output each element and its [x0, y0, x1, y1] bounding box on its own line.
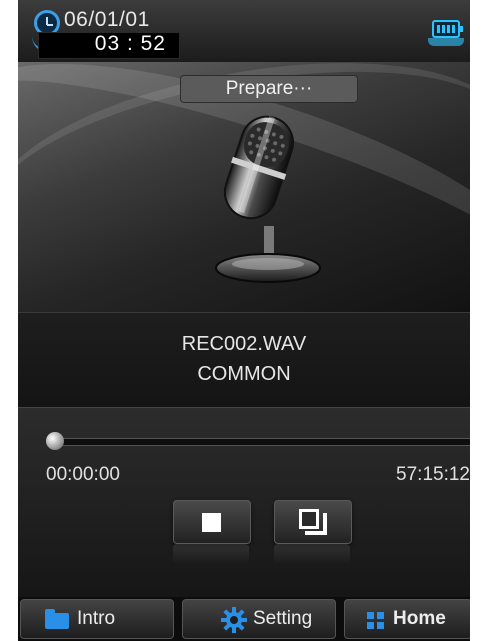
intro-label: Intro	[77, 608, 116, 629]
setting-button[interactable]: Setting	[182, 599, 336, 639]
bottom-nav: Intro Setting Home	[18, 597, 470, 641]
file-info: REC002.WAV COMMON	[18, 312, 470, 408]
elapsed-time: 00:00:00	[46, 464, 120, 485]
date-display: 06/01/01	[64, 8, 150, 31]
microphone-icon	[215, 115, 321, 283]
battery-icon	[432, 20, 463, 38]
save-icon	[299, 509, 327, 535]
stop-button-reflection	[173, 544, 249, 564]
file-category: COMMON	[197, 363, 291, 385]
recording-stage: Prepare···	[18, 62, 470, 312]
file-name: REC002.WAV	[181, 333, 307, 355]
home-label: Home	[393, 608, 446, 629]
recorder-screen: 06/01/01 03 : 52 Prepare··· REC002.WAV C…	[18, 0, 470, 641]
save-button[interactable]	[274, 500, 352, 544]
folder-icon	[45, 609, 69, 629]
home-button[interactable]: Home	[344, 599, 470, 639]
gear-icon	[221, 607, 247, 633]
grid-icon	[367, 612, 385, 630]
recording-status: Prepare···	[180, 75, 358, 103]
progress-track[interactable]	[48, 438, 470, 446]
intro-button[interactable]: Intro	[20, 599, 174, 639]
battery-glow	[428, 38, 464, 46]
setting-label: Setting	[253, 608, 313, 629]
save-button-reflection	[274, 544, 350, 564]
time-display: 03 : 52	[94, 32, 166, 55]
stop-icon	[202, 513, 221, 532]
progress-knob[interactable]	[46, 432, 64, 450]
progress-panel: 00:00:00 57:15:12	[18, 407, 470, 598]
stop-button[interactable]	[173, 500, 251, 544]
status-bar: 06/01/01 03 : 52	[18, 0, 470, 62]
battery-level	[437, 25, 455, 33]
total-time: 57:15:12	[396, 464, 470, 485]
